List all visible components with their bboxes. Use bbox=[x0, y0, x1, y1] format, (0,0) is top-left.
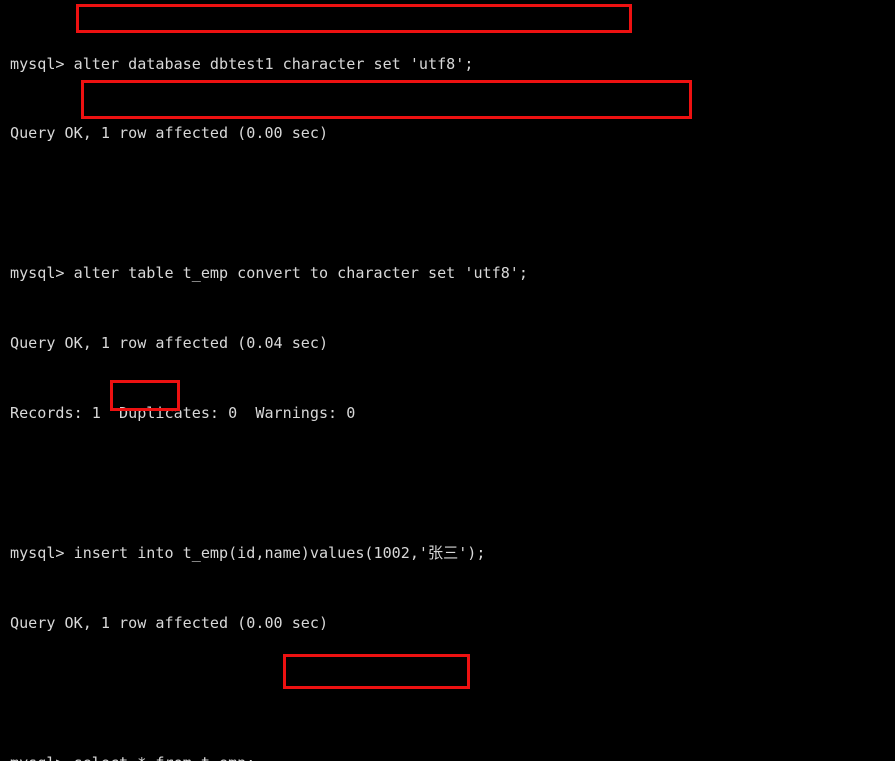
terminal-output: mysql> alter database dbtest1 character … bbox=[10, 6, 895, 761]
terminal-line: Query OK, 1 row affected (0.00 sec) bbox=[10, 613, 329, 632]
terminal-line: mysql> select * from t_emp; bbox=[10, 752, 895, 761]
terminal-window[interactable]: mysql> alter database dbtest1 character … bbox=[0, 0, 895, 761]
terminal-line: mysql> insert into t_emp(id,name)values(… bbox=[10, 543, 486, 562]
terminal-line: mysql> alter table t_emp convert to char… bbox=[10, 264, 528, 283]
terminal-line: Query OK, 1 row affected (0.04 sec) bbox=[10, 334, 329, 353]
terminal-line: Records: 1 Duplicates: 0 Warnings: 0 bbox=[10, 404, 356, 423]
terminal-line: mysql> alter database dbtest1 character … bbox=[10, 54, 474, 73]
terminal-line: Query OK, 1 row affected (0.00 sec) bbox=[10, 124, 329, 143]
